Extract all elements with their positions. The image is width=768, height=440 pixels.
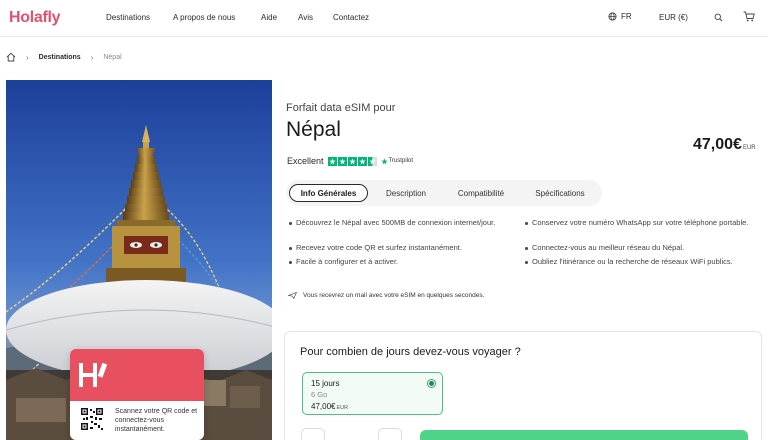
plan-data: 6 Go <box>311 390 328 399</box>
quantity-decrease-button[interactable] <box>301 428 325 440</box>
feature-text: Oubliez l'itinérance ou la recherche de … <box>532 257 733 266</box>
price-value: 47,00€ <box>693 136 742 153</box>
search-icon[interactable] <box>714 13 723 22</box>
trustpilot-rating[interactable]: Excellent Trustpilot <box>287 156 413 166</box>
price-currency: EUR <box>742 145 756 151</box>
qr-promo-card: Scannez votre QR code et connectez-vous … <box>70 349 204 440</box>
feature-item: Connectez-vous au meilleur réseau du Nép… <box>525 243 755 253</box>
bullet-icon <box>525 261 528 264</box>
star-half-icon <box>367 156 377 166</box>
language-label: FR <box>621 12 632 21</box>
bullet-icon <box>289 222 292 225</box>
feature-text: Facile à configurer et à activer. <box>296 257 399 266</box>
feature-text: Recevez votre code QR et surfez instanta… <box>296 243 462 252</box>
product-title: Népal <box>286 118 341 141</box>
feature-item: Oubliez l'itinérance ou la recherche de … <box>525 257 755 267</box>
plan-price-currency: EUR <box>336 405 349 411</box>
nav-destinations[interactable]: Destinations <box>106 13 150 22</box>
feature-item: Facile à configurer et à activer. <box>289 257 499 267</box>
duration-question: Pour combien de jours devez-vous voyager… <box>300 346 521 358</box>
bullet-icon <box>525 247 528 250</box>
breadcrumb: › Destinations › Népal <box>6 52 122 62</box>
trustpilot-logo: Trustpilot <box>380 157 413 165</box>
nav-help[interactable]: Aide <box>261 13 277 22</box>
feature-text: Découvrez le Népal avec 500MB de connexi… <box>296 218 496 227</box>
email-notice-text: Vous recevrez un mail avec votre eSIM en… <box>303 292 485 299</box>
email-send-icon <box>288 292 297 299</box>
site-header: Holafly Destinations A propos de nous Ai… <box>0 0 768 37</box>
radio-selected-icon[interactable] <box>427 379 436 388</box>
tab-specifications[interactable]: Spécifications <box>524 184 596 202</box>
bullet-icon <box>289 261 292 264</box>
tab-compatibility[interactable]: Compatibilité <box>446 184 516 202</box>
cart-icon[interactable] <box>743 11 755 22</box>
feature-item: Conservez votre numéro WhatsApp sur votr… <box>525 218 755 228</box>
feature-text: Conservez votre numéro WhatsApp sur votr… <box>532 218 749 227</box>
feature-text: Connectez-vous au meilleur réseau du Nép… <box>532 243 685 252</box>
product-subtitle: Forfait data eSIM pour <box>286 102 396 114</box>
plan-option-selected[interactable]: 15 jours 6 Go 47,00€EUR <box>302 372 443 415</box>
trustpilot-star-icon <box>380 157 388 165</box>
breadcrumb-current: Népal <box>103 53 122 61</box>
breadcrumb-destinations[interactable]: Destinations <box>39 54 81 61</box>
rating-label: Excellent <box>287 156 324 166</box>
nav-contact[interactable]: Contactez <box>333 13 369 22</box>
chevron-right-icon: › <box>26 52 29 62</box>
info-tabs: Info Générales Description Compatibilité… <box>286 180 602 206</box>
currency-selector[interactable]: EUR (€) <box>659 13 688 22</box>
feature-item: Recevez votre code QR et surfez instanta… <box>289 243 499 253</box>
star-icon <box>347 156 357 166</box>
bullet-icon <box>525 222 528 225</box>
globe-icon <box>608 12 617 21</box>
star-icon <box>337 156 347 166</box>
qr-card-banner <box>70 349 204 401</box>
chevron-right-icon: › <box>90 52 94 62</box>
tab-description[interactable]: Description <box>376 184 436 202</box>
tab-general-info[interactable]: Info Générales <box>289 184 368 202</box>
holafly-logo[interactable]: Holafly <box>9 9 61 27</box>
qr-code-icon <box>80 407 104 431</box>
plan-price-value: 47,00€ <box>311 402 336 411</box>
rating-stars <box>327 156 377 166</box>
nav-reviews[interactable]: Avis <box>298 13 313 22</box>
star-icon <box>357 156 367 166</box>
product-price: 47,00€EUR <box>693 136 756 154</box>
star-icon <box>327 156 337 166</box>
bullet-icon <box>289 247 292 250</box>
plan-days: 15 jours <box>311 379 340 388</box>
holafly-h-logo-icon <box>79 362 108 387</box>
nav-about[interactable]: A propos de nous <box>173 13 235 22</box>
buy-button[interactable] <box>420 430 748 440</box>
quantity-increase-button[interactable] <box>378 428 402 440</box>
trustpilot-label: Trustpilot <box>388 158 413 164</box>
home-icon[interactable] <box>6 52 16 62</box>
email-notice: Vous recevrez un mail avec votre eSIM en… <box>288 292 484 299</box>
feature-item: Découvrez le Népal avec 500MB de connexi… <box>289 218 499 228</box>
qr-instructions: Scannez votre QR code et connectez-vous … <box>115 408 198 433</box>
language-selector[interactable]: FR <box>608 12 632 21</box>
plan-price: 47,00€EUR <box>311 402 348 411</box>
